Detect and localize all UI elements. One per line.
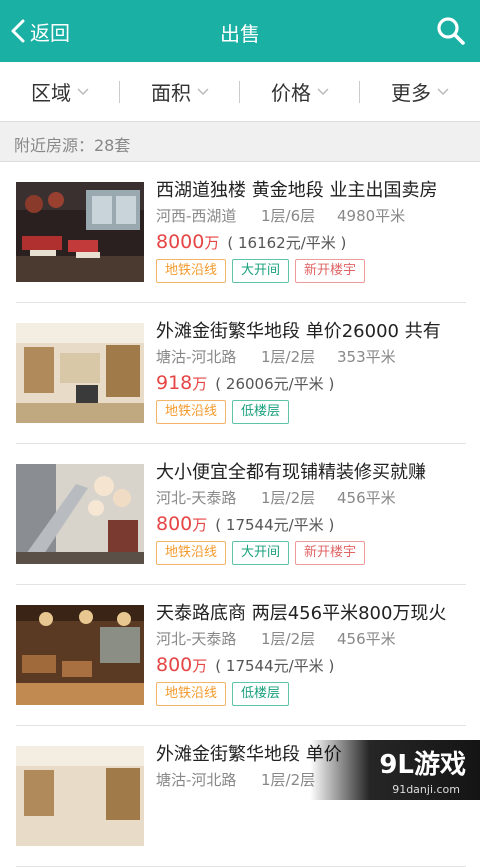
filter-area[interactable]: 面积 (120, 62, 240, 122)
listing-title: 外滩金街繁华地段 单价26000 共有 (156, 319, 466, 345)
listing-district: 河西-西湖道 (156, 204, 261, 228)
listing-photo (16, 323, 144, 423)
listing-price-unit: 万 (192, 375, 207, 393)
listing-unit-price: ( 26006元/平米 ) (215, 375, 334, 393)
listing-title: 天泰路底商 两层456平米800万现火 (156, 601, 466, 627)
listing-tag: 新开楼宇 (295, 541, 365, 565)
filter-label: 区域 (31, 77, 71, 106)
listing-size: 4980平米 (337, 204, 405, 228)
listing-item[interactable]: 外滩金街繁华地段 单价26000 共有 塘沽-河北路1层/2层353平米 918… (16, 303, 466, 444)
listing-tag: 地铁沿线 (156, 259, 226, 283)
app-header: 返回 出售 (0, 0, 480, 62)
listing-meta: 河北-天泰路1层/2层456平米 (156, 627, 466, 651)
listing-item[interactable]: 大小便宜全都有现铺精装修买就赚 河北-天泰路1层/2层456平米 800万 ( 1… (16, 444, 466, 585)
watermark-brand: 9L游戏 (379, 744, 466, 781)
listing-photo (16, 182, 144, 282)
listing-district: 河北-天泰路 (156, 486, 261, 510)
search-icon[interactable] (436, 16, 466, 46)
listing-photo (16, 464, 144, 564)
listing-floor: 1层/2层 (261, 345, 337, 369)
listing-unit-price: ( 17544元/平米 ) (215, 516, 334, 534)
listing-unit-price: ( 16162元/平米 ) (227, 234, 346, 252)
filter-region[interactable]: 区域 (0, 62, 120, 122)
listing-price-unit: 万 (192, 516, 207, 534)
listing-photo (16, 746, 144, 846)
nearby-count-bar: 附近房源：28套 (0, 122, 480, 162)
watermark: 9L游戏 91danji.com (310, 740, 480, 800)
filter-label: 面积 (151, 77, 191, 106)
listing-size: 456平米 (337, 627, 396, 651)
listing-tag: 大开间 (232, 541, 289, 565)
page-title: 出售 (0, 18, 480, 47)
listing-floor: 1层/2层 (261, 486, 337, 510)
listing-unit-price: ( 17544元/平米 ) (215, 657, 334, 675)
listing-district: 塘沽-河北路 (156, 345, 261, 369)
listing-tag: 大开间 (232, 259, 289, 283)
watermark-site: 91danji.com (392, 783, 460, 796)
listing-price-unit: 万 (204, 234, 219, 252)
filter-bar: 区域 面积 价格 更多 (0, 62, 480, 122)
listing-item[interactable]: 天泰路底商 两层456平米800万现火 河北-天泰路1层/2层456平米 800… (16, 585, 466, 726)
listing-tag: 低楼层 (232, 400, 289, 424)
listing-meta: 塘沽-河北路1层/2层353平米 (156, 345, 466, 369)
filter-label: 价格 (271, 77, 311, 106)
chevron-down-icon (317, 88, 329, 96)
listing-size: 353平米 (337, 345, 396, 369)
listing-tag: 地铁沿线 (156, 541, 226, 565)
listing-tag: 低楼层 (232, 682, 289, 706)
listing-title: 西湖道独楼 黄金地段 业主出国卖房 (156, 178, 466, 204)
listing-title: 大小便宜全都有现铺精装修买就赚 (156, 460, 466, 486)
listing-floor: 1层/2层 (261, 627, 337, 651)
listing-price: 8000 (156, 231, 204, 253)
listing-item[interactable]: 西湖道独楼 黄金地段 业主出国卖房 河西-西湖道1层/6层4980平米 8000… (16, 162, 466, 303)
listing-tag: 地铁沿线 (156, 400, 226, 424)
listing-size: 456平米 (337, 486, 396, 510)
filter-more[interactable]: 更多 (360, 62, 480, 122)
listing-district: 河北-天泰路 (156, 627, 261, 651)
listing-floor: 1层/6层 (261, 204, 337, 228)
chevron-down-icon (197, 88, 209, 96)
filter-price[interactable]: 价格 (240, 62, 360, 122)
nearby-count: 附近房源：28套 (14, 132, 130, 156)
listing-price: 800 (156, 654, 192, 676)
listing-meta: 河西-西湖道1层/6层4980平米 (156, 204, 466, 228)
listing-tag: 地铁沿线 (156, 682, 226, 706)
filter-label: 更多 (391, 77, 431, 106)
listing-photo (16, 605, 144, 705)
listing-tag: 新开楼宇 (295, 259, 365, 283)
listing-district: 塘沽-河北路 (156, 768, 261, 792)
listing-price: 918 (156, 372, 192, 394)
listing-price: 800 (156, 513, 192, 535)
chevron-down-icon (437, 88, 449, 96)
listing-price-unit: 万 (192, 657, 207, 675)
chevron-down-icon (77, 88, 89, 96)
listing-meta: 河北-天泰路1层/2层456平米 (156, 486, 466, 510)
